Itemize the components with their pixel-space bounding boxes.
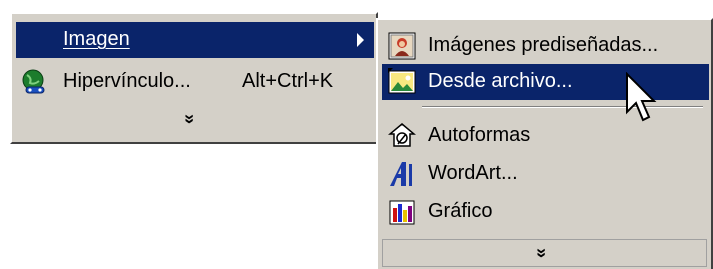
wordart-icon xyxy=(390,162,412,186)
menu-item-desde-archivo-label: Desde archivo... xyxy=(428,70,573,92)
menu-item-hipervinculo[interactable]: Hipervínculo... Alt+Ctrl+K xyxy=(16,64,374,100)
menu-item-autoformas-label: Autoformas xyxy=(428,124,531,146)
menu-item-clip-art-label: Imágenes prediseñadas... xyxy=(428,34,659,56)
mouse-pointer-icon xyxy=(626,72,657,122)
clip-art-icon xyxy=(388,32,416,60)
shortcut-label: Alt+Ctrl+K xyxy=(242,70,334,92)
menu-item-desde-archivo[interactable]: Desde archivo... xyxy=(382,64,709,100)
menu-item-wordart[interactable]: WordArt... xyxy=(382,156,709,192)
globe-link-icon xyxy=(22,69,45,94)
picture-from-file-icon xyxy=(388,68,416,94)
menu-item-imagen-label: Imagen xyxy=(63,28,130,50)
imagen-submenu: Imágenes prediseñadas... Desde archivo..… xyxy=(376,18,713,269)
expand-menu-chevron-icon[interactable]: » xyxy=(180,114,200,124)
submenu-arrow-icon xyxy=(357,33,364,47)
menu-item-grafico-label: Gráfico xyxy=(428,200,493,222)
expand-submenu-chevron-icon: » xyxy=(532,247,553,259)
insert-menu: Imagen Hipervínculo... Alt+Ctrl+K » xyxy=(10,12,378,144)
menu-item-wordart-label: WordArt... xyxy=(428,162,518,184)
menu-item-hipervinculo-label: Hipervínculo... xyxy=(63,70,191,92)
autoshapes-icon xyxy=(388,123,416,147)
expand-submenu-button[interactable]: » xyxy=(382,239,707,267)
menu-item-clip-art[interactable]: Imágenes prediseñadas... xyxy=(382,28,709,64)
chart-icon xyxy=(389,200,415,225)
menu-separator xyxy=(422,106,703,108)
menu-item-imagen[interactable]: Imagen xyxy=(16,22,374,58)
menu-item-grafico[interactable]: Gráfico xyxy=(382,194,709,230)
menu-item-autoformas[interactable]: Autoformas xyxy=(382,118,709,154)
